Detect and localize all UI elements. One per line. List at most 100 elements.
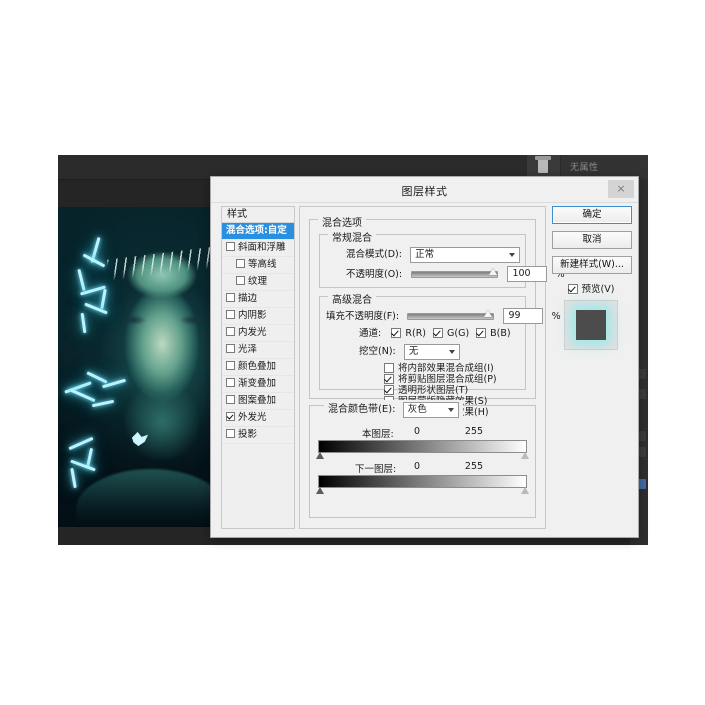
blend-if-legend-wrap: 混合颜色带(E): 灰色 bbox=[324, 400, 463, 418]
opacity-slider[interactable] bbox=[411, 267, 499, 278]
fill-opacity-slider[interactable] bbox=[407, 309, 495, 320]
blend-options-panel: 混合选项 常规混合 混合模式(D): 正常 不透明度(O): 100 % 高级混… bbox=[299, 206, 565, 529]
style-list-item[interactable]: 纹理 bbox=[222, 274, 294, 291]
style-item-label: 描边 bbox=[238, 293, 258, 304]
advanced-option-label: 将剪贴图层混合成组(P) bbox=[398, 374, 497, 385]
panel-tab-label: 无属性 bbox=[570, 163, 599, 173]
advanced-option-checkbox[interactable] bbox=[384, 384, 394, 395]
cancel-button[interactable]: 取消 bbox=[552, 231, 632, 249]
style-item-label: 外发光 bbox=[238, 412, 267, 423]
style-list-item[interactable]: 内阴影 bbox=[222, 308, 294, 325]
advanced-option-label: 将内部效果混合成组(I) bbox=[398, 363, 494, 374]
this-layer-handle-black[interactable] bbox=[316, 452, 324, 459]
style-list-item[interactable]: 等高线 bbox=[222, 257, 294, 274]
style-item-checkbox[interactable] bbox=[226, 361, 235, 370]
opacity-input[interactable]: 100 bbox=[507, 266, 548, 282]
new-style-button[interactable]: 新建样式(W)... bbox=[552, 256, 632, 274]
underlying-layer-max: 255 bbox=[464, 461, 484, 472]
properties-icon bbox=[535, 156, 551, 173]
channel-label: R(R) bbox=[405, 328, 427, 339]
style-list-item[interactable]: 外发光 bbox=[222, 410, 294, 427]
advanced-option-label: 透明形状图层(T) bbox=[398, 385, 469, 396]
lightning-bolt-top bbox=[68, 237, 128, 334]
screen: 无属性 图层样式 × 样式 混合选项:自定 斜面和浮雕 等高线 纹理 描边 内阴… bbox=[0, 0, 705, 705]
lightning-bolt-middle bbox=[64, 371, 130, 412]
style-item-checkbox[interactable] bbox=[226, 395, 235, 404]
style-list-item[interactable]: 描边 bbox=[222, 291, 294, 308]
style-item-label: 内阴影 bbox=[238, 310, 267, 321]
style-item-label: 纹理 bbox=[248, 276, 268, 287]
channel-checkbox-item[interactable]: B(B) bbox=[476, 327, 511, 339]
document-canvas[interactable] bbox=[58, 207, 230, 527]
preview-checkbox[interactable] bbox=[567, 283, 578, 294]
style-list-item[interactable]: 投影 bbox=[222, 427, 294, 444]
style-item-checkbox[interactable] bbox=[236, 276, 245, 285]
style-item-label: 内发光 bbox=[238, 327, 267, 338]
fill-opacity-slider-knob[interactable] bbox=[484, 309, 493, 317]
style-item-label: 图案叠加 bbox=[238, 395, 277, 406]
knockout-select[interactable]: 无 bbox=[403, 344, 460, 360]
channel-checkbox-item[interactable]: R(R) bbox=[391, 327, 427, 339]
fill-opacity-input[interactable]: 99 bbox=[503, 308, 544, 324]
opacity-slider-knob[interactable] bbox=[489, 267, 498, 275]
style-item-label: 光泽 bbox=[238, 344, 258, 355]
style-list-item[interactable]: 光泽 bbox=[222, 342, 294, 359]
preview-thumbnail-shape bbox=[576, 310, 606, 340]
this-layer-gradient-bar[interactable] bbox=[316, 440, 529, 459]
style-list-item[interactable]: 渐变叠加 bbox=[222, 376, 294, 393]
blending-options-legend: 混合选项 bbox=[318, 214, 366, 229]
this-layer-handle-white[interactable] bbox=[521, 452, 529, 459]
advanced-blending-group: 高级混合 填充不透明度(F): 99 % 通道: R(R)G(G)B(B) bbox=[319, 291, 561, 418]
ok-button[interactable]: 确定 bbox=[552, 206, 632, 224]
style-item-label: 混合选项:自定 bbox=[226, 225, 287, 236]
channel-label: B(B) bbox=[490, 328, 511, 339]
close-icon[interactable]: × bbox=[608, 180, 634, 198]
dialog-title: 图层样式 bbox=[401, 185, 448, 198]
style-list-item[interactable]: 图案叠加 bbox=[222, 393, 294, 410]
style-item-label: 投影 bbox=[238, 429, 258, 440]
channels-label: 通道: bbox=[359, 328, 382, 339]
channel-checkbox-item[interactable]: G(G) bbox=[433, 327, 470, 339]
channel-label: G(G) bbox=[447, 328, 470, 339]
dialog-titlebar: 图层样式 × bbox=[211, 177, 638, 203]
preview-thumbnail bbox=[564, 300, 618, 350]
styles-items-container: 混合选项:自定斜面和浮雕等高线纹理描边内阴影内发光光泽颜色叠加渐变叠加图案叠加外… bbox=[222, 223, 294, 444]
underlying-layer-handle-black[interactable] bbox=[316, 487, 324, 494]
style-item-checkbox[interactable] bbox=[226, 378, 235, 387]
style-list-item[interactable]: 混合选项:自定 bbox=[222, 223, 294, 240]
blend-mode-select[interactable]: 正常 bbox=[410, 247, 521, 263]
style-item-checkbox[interactable] bbox=[226, 327, 235, 336]
advanced-option-checkbox[interactable] bbox=[384, 362, 394, 373]
blend-mode-label: 混合模式(D): bbox=[346, 249, 402, 260]
dialog-actions: 确定 取消 新建样式(W)... 预览(V) bbox=[552, 206, 632, 350]
channel-checkbox[interactable] bbox=[433, 327, 444, 338]
style-item-checkbox[interactable] bbox=[226, 412, 235, 421]
style-item-label: 等高线 bbox=[248, 259, 277, 270]
style-item-checkbox[interactable] bbox=[226, 310, 235, 319]
underlying-layer-handle-white[interactable] bbox=[521, 487, 529, 494]
style-item-checkbox[interactable] bbox=[236, 259, 245, 268]
channel-checkbox[interactable] bbox=[391, 327, 402, 338]
opacity-label: 不透明度(O): bbox=[346, 269, 403, 280]
styles-list-header: 样式 bbox=[222, 207, 294, 223]
style-list-item[interactable]: 内发光 bbox=[222, 325, 294, 342]
layer-style-dialog: 图层样式 × 样式 混合选项:自定斜面和浮雕等高线纹理描边内阴影内发光光泽颜色叠… bbox=[210, 176, 639, 538]
blend-if-select[interactable]: 灰色 bbox=[402, 402, 459, 418]
style-item-label: 斜面和浮雕 bbox=[238, 242, 286, 253]
style-item-checkbox[interactable] bbox=[226, 344, 235, 353]
general-blending-legend: 常规混合 bbox=[328, 229, 376, 244]
underlying-layer-gradient-bar[interactable] bbox=[316, 475, 529, 494]
advanced-option-checkbox[interactable] bbox=[384, 373, 394, 384]
underlying-layer-label: 下一图层: bbox=[355, 464, 397, 475]
style-list-item[interactable]: 颜色叠加 bbox=[222, 359, 294, 376]
style-item-checkbox[interactable] bbox=[226, 429, 235, 438]
style-item-label: 渐变叠加 bbox=[238, 378, 277, 389]
style-item-checkbox[interactable] bbox=[226, 242, 235, 251]
lightning-bolt-bottom bbox=[66, 436, 128, 490]
channel-checkbox[interactable] bbox=[476, 327, 487, 338]
blending-options-group: 混合选项 常规混合 混合模式(D): 正常 不透明度(O): 100 % 高级混… bbox=[309, 214, 565, 418]
dialog-body: 样式 混合选项:自定斜面和浮雕等高线纹理描边内阴影内发光光泽颜色叠加渐变叠加图案… bbox=[211, 202, 638, 537]
preview-toggle[interactable]: 预览(V) bbox=[552, 281, 630, 295]
style-list-item[interactable]: 斜面和浮雕 bbox=[222, 240, 294, 257]
style-item-checkbox[interactable] bbox=[226, 293, 235, 302]
